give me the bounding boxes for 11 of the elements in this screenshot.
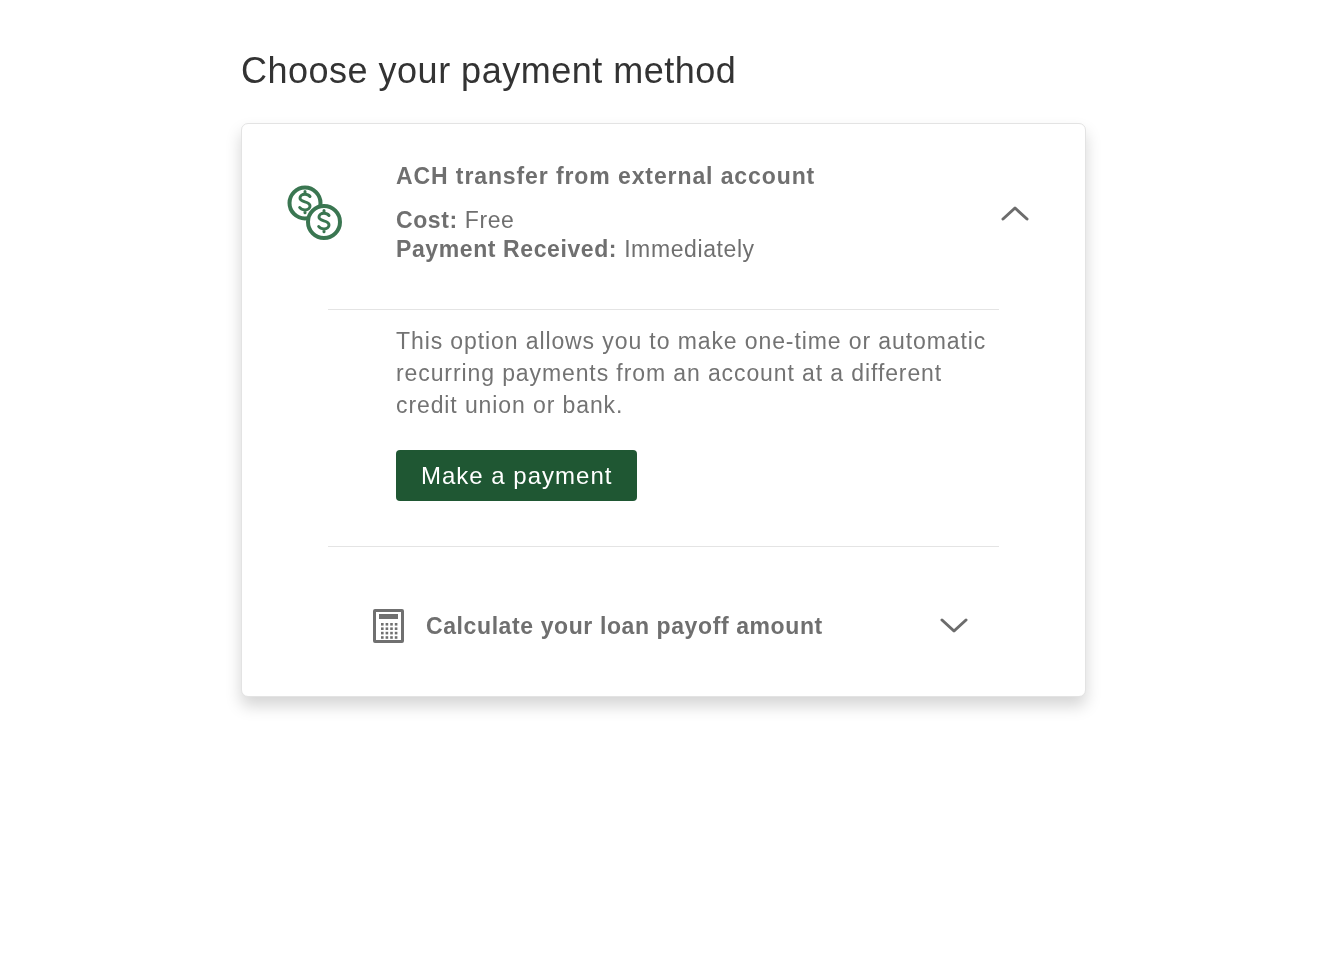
option-title: ACH transfer from external account bbox=[396, 162, 816, 191]
make-payment-button[interactable]: Make a payment bbox=[396, 450, 638, 501]
chevron-down-icon[interactable] bbox=[940, 618, 968, 634]
option-description: This option allows you to make one-time or automatic recurring payments from an account at a different credit union or bank. bbox=[396, 327, 988, 420]
page-heading: Choose your payment method bbox=[241, 49, 737, 93]
detail-line: Cost: Free bbox=[396, 206, 515, 235]
calculator-icon bbox=[373, 609, 404, 643]
coins-icon bbox=[287, 185, 343, 241]
detail-line: Payment Received: Immediately bbox=[396, 235, 755, 264]
chevron-up-icon[interactable] bbox=[1001, 204, 1029, 221]
option-title: Calculate your loan payoff amount bbox=[426, 612, 823, 641]
